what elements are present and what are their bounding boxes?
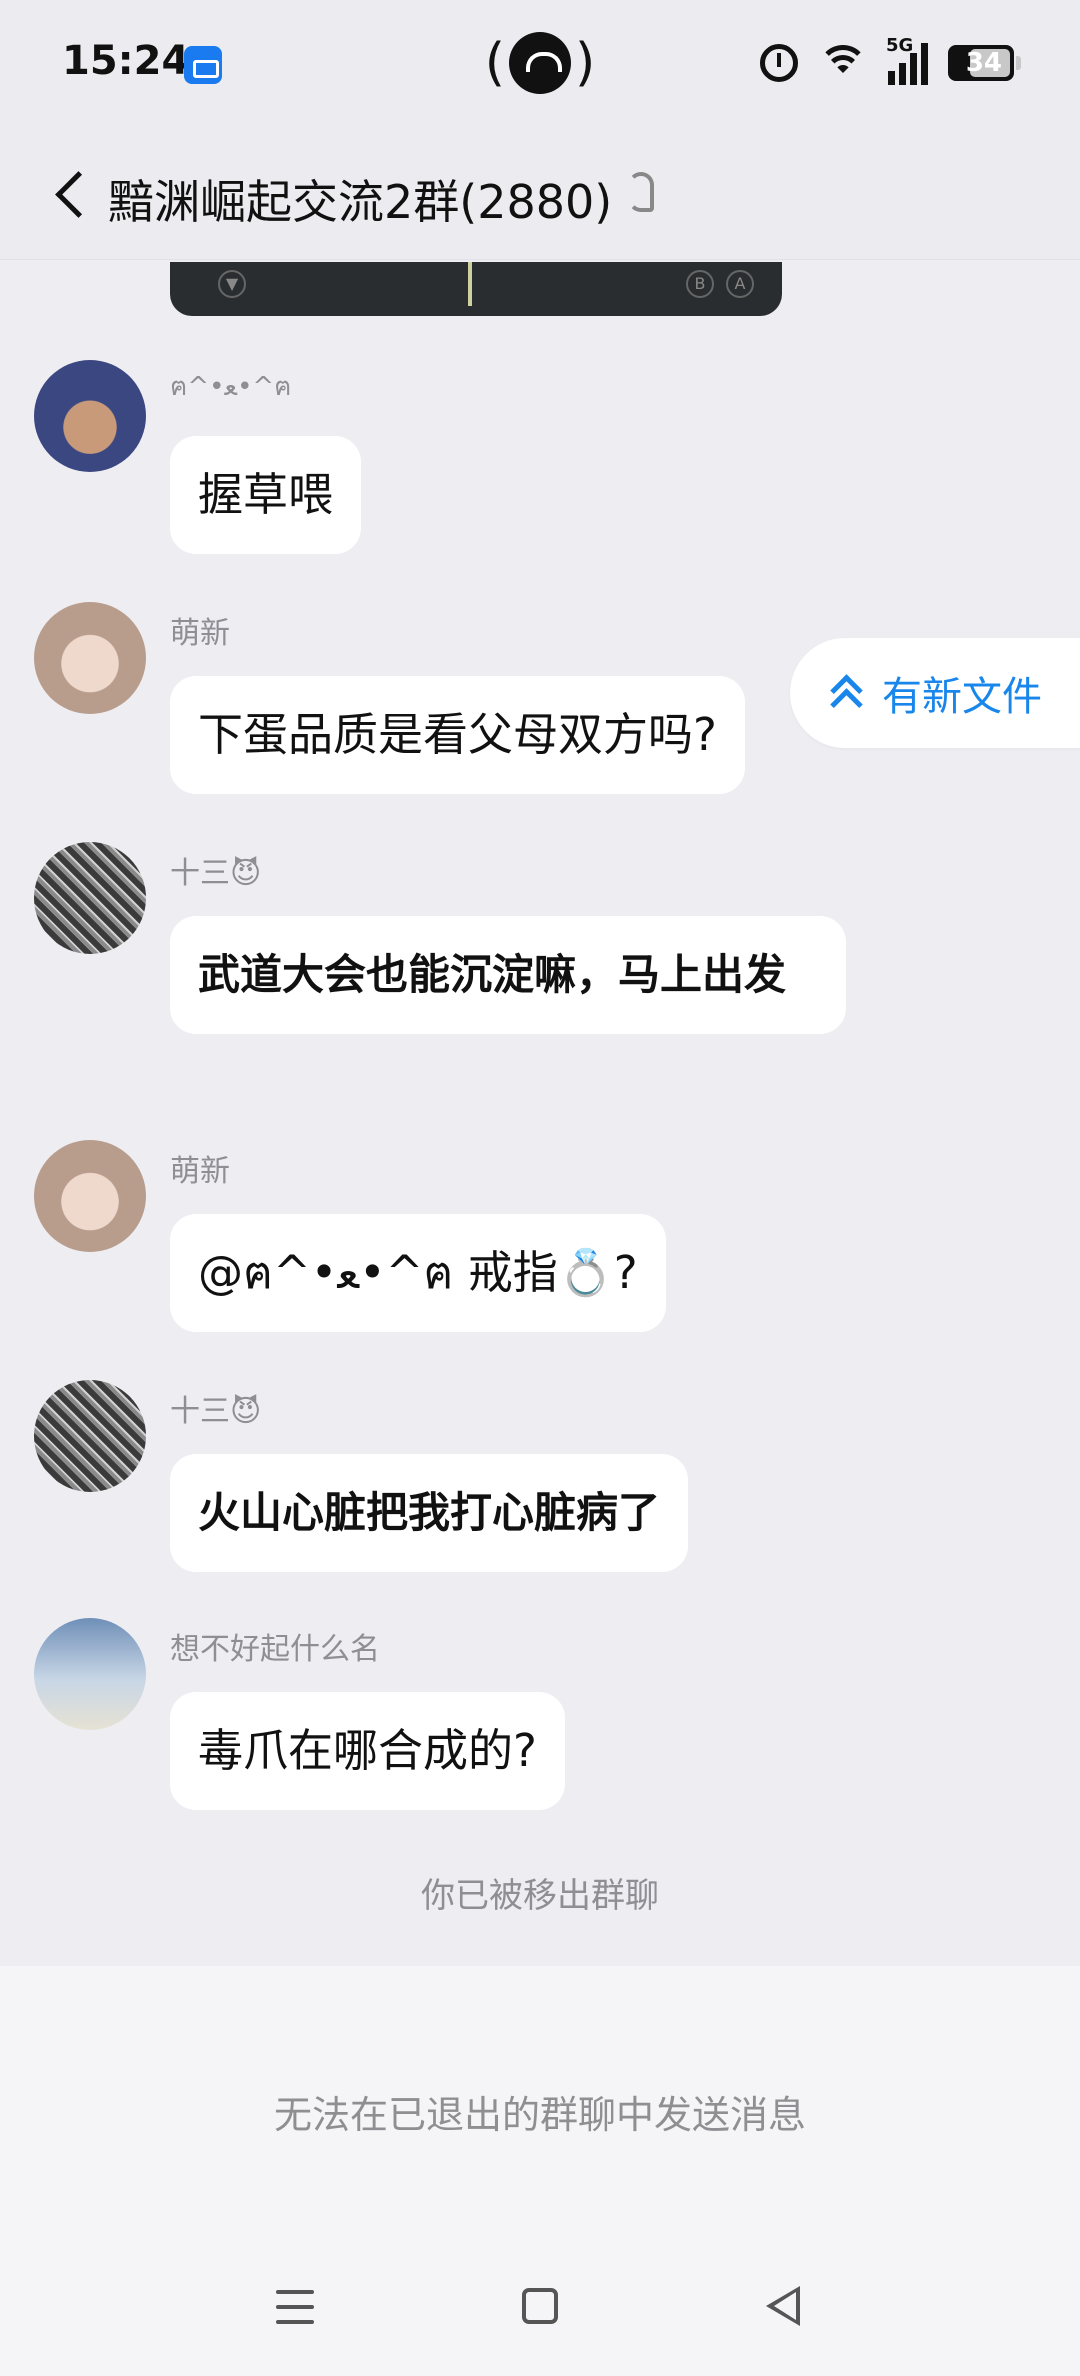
message-bubble[interactable]: 握草喂 xyxy=(170,436,362,554)
status-icons: 5G 34 xyxy=(760,35,1021,86)
island-bracket-right-icon: ) xyxy=(575,33,596,93)
image-detail-icon: ▼ xyxy=(218,270,246,298)
hotspot-icon xyxy=(509,32,571,94)
image-detail-icon: A xyxy=(726,270,754,298)
message-bubble[interactable]: 毒爪在哪合成的? xyxy=(170,1692,565,1810)
message-bubble[interactable]: 火山心脏把我打心脏病了 xyxy=(170,1454,689,1572)
menu-icon[interactable] xyxy=(276,2290,314,2326)
app-notification-icon xyxy=(184,46,222,84)
sender-name[interactable]: 十三😈 xyxy=(170,1386,261,1430)
sender-name[interactable]: 萌新 xyxy=(170,608,230,652)
image-detail-icon: B xyxy=(686,270,714,298)
island-bracket-left-icon: ( xyxy=(484,33,505,93)
battery-percent: 34 xyxy=(965,48,1002,78)
sender-name[interactable]: ฅ^•ﻌ•^ฅ xyxy=(170,366,292,407)
system-notice: 你已被移出群聊 xyxy=(421,1876,659,1916)
cellular-signal-icon: 5G xyxy=(886,35,928,85)
alarm-icon xyxy=(760,44,798,82)
sender-name[interactable]: 十三😈 xyxy=(170,848,261,892)
cannot-send-notice: 无法在已退出的群聊中发送消息 xyxy=(273,2093,806,2137)
avatar[interactable] xyxy=(34,1140,146,1252)
message-bubble[interactable]: @ฅ^•ﻌ•^ฅ 戒指💍? xyxy=(170,1214,666,1332)
new-file-button[interactable]: 有新文件 xyxy=(790,638,1080,748)
system-nav-bar xyxy=(0,2266,1080,2376)
previous-image-message[interactable]: ▼ B A xyxy=(170,262,782,316)
status-bar: 15:24 ( ) 5G 34 xyxy=(0,0,1080,130)
back-button[interactable] xyxy=(48,170,96,218)
network-type-label: 5G xyxy=(886,35,914,56)
home-icon[interactable] xyxy=(522,2288,558,2324)
sender-name[interactable]: 萌新 xyxy=(170,1146,230,1190)
chat-header: 黯渊崛起交流2群(2880) xyxy=(0,130,1080,260)
earpiece-mode-icon[interactable] xyxy=(628,172,654,212)
avatar[interactable] xyxy=(34,842,146,954)
avatar[interactable] xyxy=(34,1618,146,1730)
avatar[interactable] xyxy=(34,602,146,714)
avatar[interactable] xyxy=(34,360,146,472)
sender-name[interactable]: 想不好起什么名 xyxy=(170,1624,380,1668)
dynamic-island[interactable]: ( ) xyxy=(482,30,598,96)
new-file-label: 有新文件 xyxy=(882,674,1042,720)
chevrons-up-icon xyxy=(828,673,862,713)
status-time: 15:24 xyxy=(62,38,190,84)
group-title[interactable]: 黯渊崛起交流2群(2880) xyxy=(108,166,612,232)
message-bubble[interactable]: 下蛋品质是看父母双方吗? xyxy=(170,676,745,794)
avatar[interactable] xyxy=(34,1380,146,1492)
message-bubble[interactable]: 武道大会也能沉淀嘛，马上出发 xyxy=(170,916,846,1034)
back-triangle-icon[interactable] xyxy=(766,2286,800,2326)
message-list[interactable]: ▼ B A ฅ^•ﻌ•^ฅ 握草喂 有新文件 萌新 下蛋品质是看父母双方吗? 十… xyxy=(0,260,1080,1966)
battery-icon: 34 xyxy=(948,45,1021,81)
input-area: 无法在已退出的群聊中发送消息 xyxy=(0,1966,1080,2376)
wifi-icon xyxy=(818,43,868,83)
